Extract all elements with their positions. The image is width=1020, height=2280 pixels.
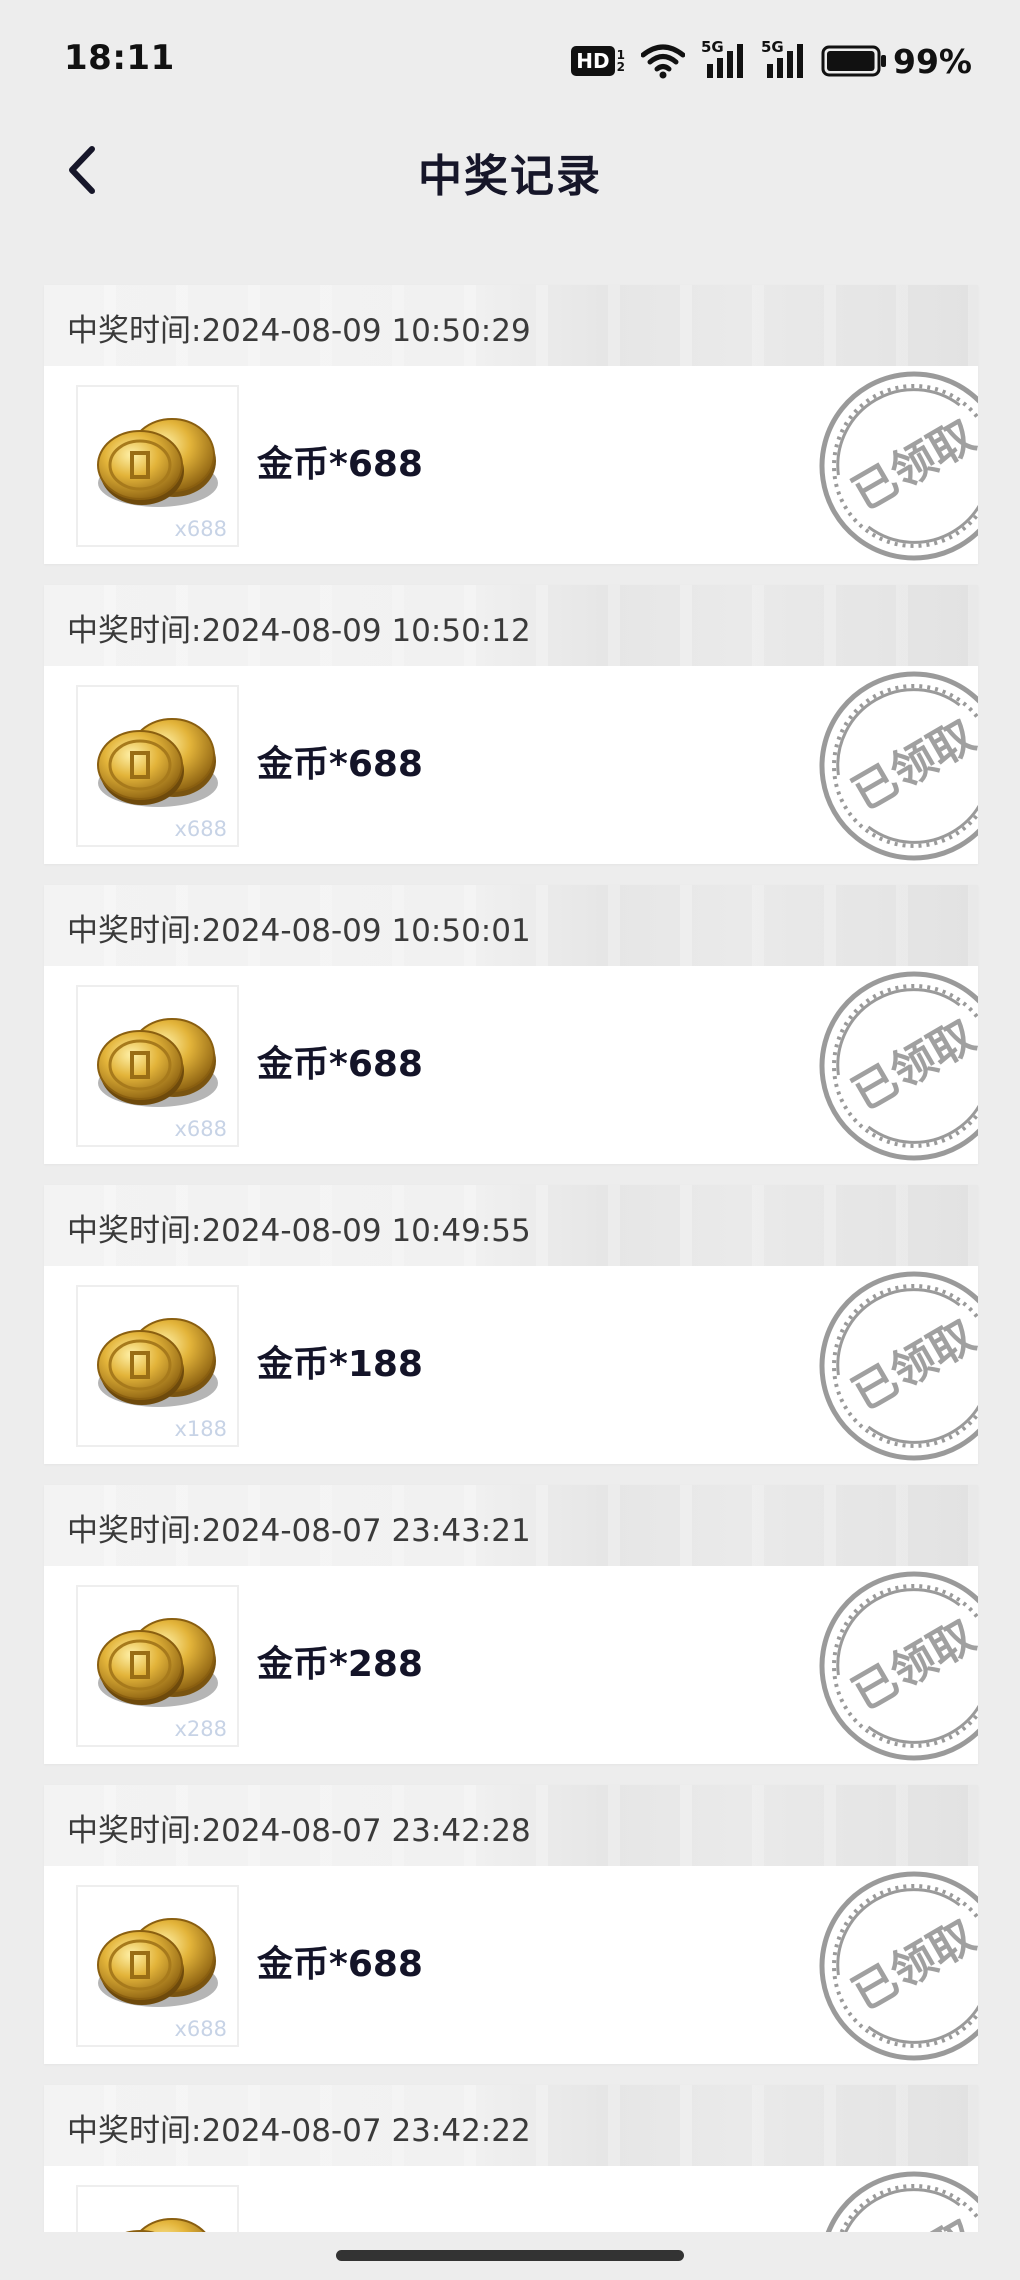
claimed-stamp: 已领取 <box>819 671 978 861</box>
signal-5g-icon: 5G <box>761 38 805 80</box>
record-card[interactable]: 中奖时间:2024-08-09 10:50:12 x688 金币*688 已领取 <box>44 585 978 864</box>
prize-name: 金币*688 <box>257 1044 423 1085</box>
claimed-stamp: 已领取 <box>819 1871 978 2061</box>
gold-coins-icon <box>97 1318 218 1407</box>
wifi-icon <box>641 44 685 79</box>
status-time: 18:11 <box>64 38 175 78</box>
gold-coins-icon <box>97 1918 218 2007</box>
win-time: 中奖时间:2024-08-07 23:42:28 <box>67 1813 531 1849</box>
prize-qty: x188 <box>174 1417 227 1441</box>
gold-coins-icon <box>97 718 218 807</box>
hd-sub-bottom: 2 <box>616 60 625 74</box>
prize-thumbnail: x288 <box>76 1585 239 1747</box>
prize-name: 金币*288 <box>257 1644 423 1685</box>
prize-qty: x688 <box>174 817 227 841</box>
record-card[interactable]: 中奖时间:2024-08-09 10:50:29 x688 金币*688 已领取 <box>44 285 978 564</box>
claimed-stamp: 已领取 <box>819 971 978 1161</box>
win-time: 中奖时间:2024-08-09 10:49:55 <box>67 1213 531 1249</box>
prize-name: 金币*188 <box>257 1344 423 1385</box>
prize-thumbnail: x688 <box>76 1885 239 2047</box>
stamp-text: 已领取 <box>844 710 978 820</box>
prize-qty: x688 <box>174 1117 227 1141</box>
prize-name: 金币*688 <box>257 1944 423 1985</box>
gold-coins-icon <box>97 418 218 507</box>
screen: 18:11 HD 1 2 5G 5G 99% 中奖记录 中奖时间:2024-08… <box>0 0 1020 2280</box>
prize-qty: x688 <box>174 517 227 541</box>
stamp-text: 已领取 <box>844 1910 978 2020</box>
claimed-stamp: 已领取 <box>819 1271 978 1461</box>
hd-icon: HD 1 2 <box>571 46 625 76</box>
record-card[interactable]: 中奖时间:2024-08-09 10:49:55 x188 金币*188 已领取 <box>44 1185 978 1464</box>
win-time: 中奖时间:2024-08-07 23:43:21 <box>67 1513 531 1549</box>
status-icons: HD 1 2 5G 5G 99% <box>571 38 972 84</box>
home-indicator[interactable] <box>336 2250 684 2261</box>
prize-thumbnail: x188 <box>76 1285 239 1447</box>
record-list: 中奖时间:2024-08-09 10:50:29 x688 金币*688 已领取… <box>44 285 978 2280</box>
stamp-text: 已领取 <box>844 1610 978 1720</box>
prize-thumbnail: x688 <box>76 385 239 547</box>
record-card[interactable]: 中奖时间:2024-08-07 23:42:28 x688 金币*688 已领取 <box>44 1785 978 2064</box>
prize-name: 金币*688 <box>257 744 423 785</box>
prize-name: 金币*688 <box>257 444 423 485</box>
win-time: 中奖时间:2024-08-09 10:50:29 <box>67 313 531 349</box>
win-time: 中奖时间:2024-08-07 23:42:22 <box>67 2113 531 2149</box>
signal-5g-icon: 5G <box>701 38 745 80</box>
claimed-stamp: 已领取 <box>819 371 978 561</box>
record-card[interactable]: 中奖时间:2024-08-09 10:50:01 x688 金币*688 已领取 <box>44 885 978 1164</box>
battery-icon <box>821 45 886 77</box>
status-bar: 18:11 HD 1 2 5G 5G 99% <box>0 0 1020 120</box>
header: 中奖记录 <box>0 120 1020 220</box>
claimed-stamp: 已领取 <box>819 1571 978 1761</box>
gold-coins-icon <box>97 1618 218 1707</box>
gold-coins-icon <box>97 1018 218 1107</box>
record-card[interactable]: 中奖时间:2024-08-07 23:43:21 x288 金币*288 已领取 <box>44 1485 978 1764</box>
prize-qty: x288 <box>174 1717 227 1741</box>
stamp-text: 已领取 <box>844 410 978 520</box>
battery-percent: 99% <box>893 41 972 81</box>
hd-label: HD <box>571 46 615 76</box>
stamp-text: 已领取 <box>844 1310 978 1420</box>
stamp-text: 已领取 <box>844 1010 978 1120</box>
battery: 99% <box>821 42 972 81</box>
prize-qty: x688 <box>174 2017 227 2041</box>
win-time: 中奖时间:2024-08-09 10:50:12 <box>67 613 531 649</box>
win-time: 中奖时间:2024-08-09 10:50:01 <box>67 913 531 949</box>
prize-thumbnail: x688 <box>76 685 239 847</box>
prize-thumbnail: x688 <box>76 985 239 1147</box>
hd-sub: 1 2 <box>617 49 625 73</box>
page-title: 中奖记录 <box>418 151 602 202</box>
